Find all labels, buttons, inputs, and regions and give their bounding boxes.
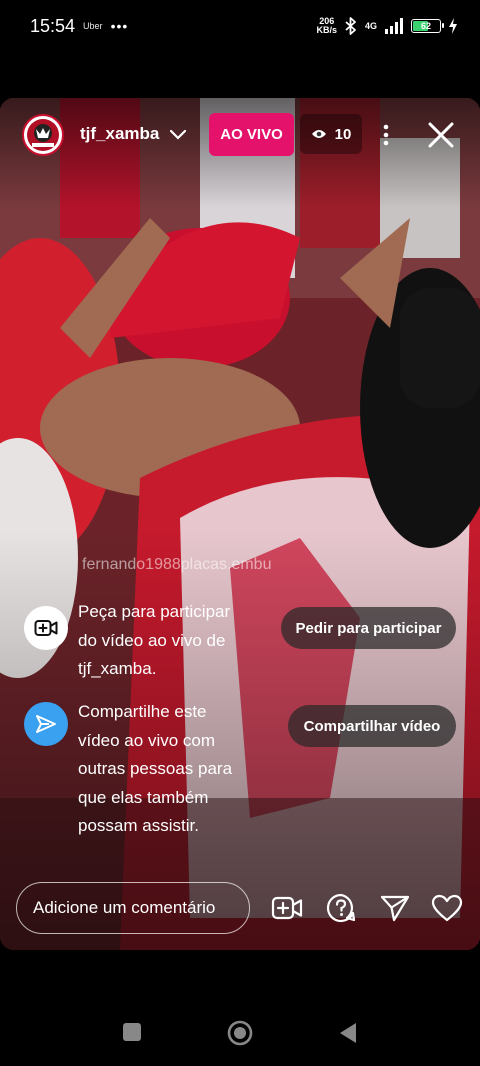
share-prompt-text: Compartilhe este vídeo ao vivo com outra… — [78, 702, 233, 835]
clock: 15:54 — [30, 15, 76, 36]
share-badge — [24, 702, 68, 746]
more-vertical-icon — [383, 124, 389, 146]
username[interactable]: tjf_xamba — [80, 124, 159, 144]
avatar[interactable] — [22, 114, 64, 156]
video-add-icon — [271, 896, 303, 920]
charging-icon — [449, 18, 457, 34]
join-prompt-text: Peça para participar do vídeo ao vivo de… — [78, 602, 231, 678]
send-icon — [380, 895, 410, 922]
recents-icon[interactable] — [122, 1022, 142, 1042]
network-speed: 206 KB/s — [316, 16, 337, 35]
home-icon[interactable] — [227, 1020, 253, 1046]
chevron-down-icon[interactable] — [168, 124, 188, 144]
send-icon — [36, 715, 56, 733]
signal-icon — [385, 18, 403, 34]
live-badge: AO VIVO — [209, 113, 294, 156]
eye-icon — [311, 130, 326, 138]
battery-percent: 62 — [420, 21, 431, 31]
like-action[interactable] — [431, 892, 463, 924]
video-watermark: fernando1988placas.embu — [82, 556, 272, 573]
video-add-badge — [24, 606, 68, 650]
system-nav-bar — [0, 1000, 480, 1066]
notification-app-label: Uber — [83, 21, 103, 31]
status-icons: 206 KB/s 4G 62 — [316, 17, 458, 35]
close-icon — [428, 122, 454, 148]
viewer-count-value: 10 — [334, 125, 352, 143]
ask-question-action[interactable] — [325, 892, 357, 924]
live-video[interactable]: tjf_xamba AO VIVO 10 fernando1988placas.… — [0, 98, 480, 950]
back-icon[interactable] — [338, 1022, 358, 1044]
close-button[interactable] — [424, 118, 458, 152]
club-logo-icon — [27, 119, 59, 151]
bluetooth-icon — [345, 17, 356, 35]
more-options-button[interactable] — [374, 120, 398, 150]
question-icon — [326, 893, 356, 923]
status-bar: 15:54 Uber ••• 206 KB/s 4G 62 — [0, 0, 480, 52]
comment-input[interactable]: Adicione um comentário — [16, 882, 250, 934]
video-add-icon — [34, 620, 58, 636]
share-action[interactable] — [379, 892, 411, 924]
request-join-action[interactable] — [271, 892, 303, 924]
viewer-count[interactable]: 10 — [300, 114, 362, 154]
heart-icon — [431, 894, 463, 922]
request-to-join-button[interactable]: Pedir para participar — [281, 607, 456, 649]
battery-icon: 62 — [411, 19, 444, 33]
more-notifications-icon: ••• — [110, 18, 129, 34]
network-type: 4G — [364, 21, 377, 31]
comment-bar: Adicione um comentário — [0, 880, 480, 936]
live-header: tjf_xamba AO VIVO 10 — [0, 98, 480, 174]
share-video-button[interactable]: Compartilhar vídeo — [288, 705, 456, 747]
